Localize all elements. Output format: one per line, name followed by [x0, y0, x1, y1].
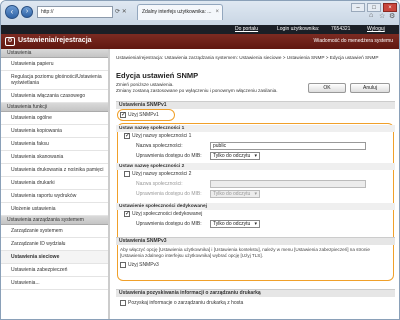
login-user: 7654321: [331, 26, 351, 32]
community1-mib-select[interactable]: Tylko do odczytu ▾: [210, 152, 260, 160]
use-community1-checkbox[interactable]: ✓: [124, 133, 130, 139]
window-controls: – □ ×: [351, 3, 397, 12]
portal-link[interactable]: Do portalu: [235, 25, 258, 34]
snmpv1-section-header: Ustawienia SNMPv1: [116, 101, 395, 109]
cancel-button[interactable]: Anuluj: [350, 83, 390, 93]
use-community2-row: Użyj nazwy społeczności 2: [124, 170, 191, 178]
maximize-icon[interactable]: □: [367, 3, 381, 12]
community2-section-header: Ustaw nazwę społeczności 2: [116, 163, 395, 170]
sidebar-item-copy[interactable]: Ustawienia kopiowania: [1, 125, 108, 138]
community1-name-input[interactable]: public: [210, 142, 366, 150]
use-community2-label: Użyj nazwy społeczności 2: [132, 171, 192, 177]
sidebar-section-management: Ustawienia zarządzania systemem: [1, 216, 108, 225]
page-title: Edycja ustawień SNMP: [116, 71, 199, 80]
sidebar-item-system-management[interactable]: Zarządzanie systemem: [1, 225, 108, 238]
community2-name-input[interactable]: [210, 180, 366, 188]
login-label: Login użytkownika:: [277, 26, 320, 32]
sidebar-item-report[interactable]: Ustawienia raportu wydruków: [1, 190, 108, 203]
admin-mail-link[interactable]: Wiadomość do menedżera systemu: [314, 38, 393, 44]
dedicated-section-header: Ustawienie społeczności dedykowanej: [116, 203, 395, 210]
browser-chrome: ‹ › http:// ⟳ ✕ Zdalny interfejs użytkow…: [1, 1, 399, 25]
close-tab-icon[interactable]: ×: [215, 5, 219, 19]
favorites-icon[interactable]: ☆: [379, 12, 385, 20]
use-snmpv3-row: Użyj SNMPv3: [120, 261, 159, 269]
community1-name-label: Nazwa społeczności:: [136, 143, 183, 149]
sidebar-section-functions: Ustawienia funkcji: [1, 103, 108, 112]
app-header: ⚙ Ustawienia/rejestracja Wiadomość do me…: [1, 34, 399, 49]
browser-window: ‹ › http:// ⟳ ✕ Zdalny interfejs użytkow…: [0, 0, 400, 320]
logout-button[interactable]: Wyloguj: [367, 25, 385, 34]
minimize-icon[interactable]: –: [351, 3, 365, 12]
use-dedicated-row: ✓ Użyj społeczności dedykowanej: [124, 210, 202, 218]
info-message-line2: Zmiany zostaną zastosowane po wyłączeniu…: [116, 88, 278, 93]
sidebar-item-timer[interactable]: Ustawienia włączania czasowego: [1, 90, 108, 103]
chevron-down-icon: ▾: [254, 153, 257, 159]
sidebar-item-security[interactable]: Ustawienia zabezpieczeń: [1, 264, 108, 277]
info-message: Zmień poniższe ustawienia. Zmiany zostan…: [116, 82, 278, 94]
community1-mib-label: Uprawnienia dostępu do MIB:: [136, 153, 202, 159]
sidebar-item-paper[interactable]: Ustawienia papieru: [1, 58, 108, 71]
close-window-icon[interactable]: ×: [383, 3, 397, 12]
sidebar-item-printer[interactable]: Ustawienia drukarki: [1, 177, 108, 190]
printer-mgmt-label: Pozyskaj informacje o zarządzaniu drukar…: [128, 300, 244, 306]
sidebar-item-media-print[interactable]: Ustawienia drukowania z nośnika pamięci: [1, 164, 108, 177]
sidebar-item-fax[interactable]: Ustawienia faksu: [1, 138, 108, 151]
sidebar-item-more[interactable]: Ustawienia...: [1, 277, 108, 290]
dedicated-mib-select[interactable]: Tylko do odczytu ▾: [210, 220, 260, 228]
snmpv3-note: Aby włączyć opcję [Ustawienia użytkownik…: [120, 247, 370, 258]
sidebar-item-department-id[interactable]: Zarządzanie ID wydziału: [1, 238, 108, 251]
sidebar-item-scan[interactable]: Ustawienia skanowania: [1, 151, 108, 164]
use-snmpv3-label: Użyj SNMPv3: [128, 262, 159, 268]
sidebar-item-volume-display[interactable]: Regulacja poziomu głośności/Ustawienia w…: [1, 71, 108, 90]
settings-gear-icon[interactable]: ⚙: [389, 12, 395, 20]
use-community2-checkbox[interactable]: [124, 171, 130, 177]
back-arrow-icon[interactable]: ‹: [5, 5, 19, 19]
use-snmpv3-checkbox[interactable]: [120, 262, 126, 268]
sidebar-item-network[interactable]: Ustawienia sieciowe: [1, 251, 108, 264]
address-bar[interactable]: http://: [37, 6, 113, 18]
chevron-down-icon: ▾: [254, 221, 257, 227]
settings-app-icon: ⚙: [5, 37, 15, 46]
community1-section-header: Ustaw nazwę społeczności 1: [116, 125, 395, 132]
printer-mgmt-row: Pozyskaj informacje o zarządzaniu drukar…: [120, 299, 243, 307]
ok-button[interactable]: OK: [308, 83, 346, 93]
community2-name-label: Nazwa społeczności:: [136, 181, 183, 187]
forward-arrow-icon[interactable]: ›: [21, 6, 33, 18]
refresh-icon[interactable]: ⟳ ✕: [115, 8, 127, 15]
tab-title: Zdalny interfejs użytkownika: ...: [142, 9, 212, 15]
community2-mib-select[interactable]: Tylko do odczytu ▾: [210, 190, 260, 198]
sidebar: Ustawienia Ustawienia papieru Regulacja …: [1, 49, 109, 319]
sidebar-item-layout[interactable]: Ułożenie ustawienia: [1, 203, 108, 216]
sidebar-item-common[interactable]: Ustawienia ogólne: [1, 112, 108, 125]
dedicated-mib-label: Uprawnienia dostępu do MIB:: [136, 221, 202, 227]
main-content: Ustawienia/rejestracja: Ustawienia zarzą…: [109, 49, 399, 319]
printer-mgmt-checkbox[interactable]: [120, 300, 126, 306]
header-title: Ustawienia/rejestracja: [18, 37, 92, 44]
chevron-down-icon: ▾: [254, 191, 257, 197]
use-snmpv1-label: Użyj SNMPv1: [128, 112, 159, 118]
snmpv3-section-header: Ustawienia SNMPv3: [116, 237, 395, 245]
sidebar-section-preferences: Ustawienia: [1, 49, 108, 58]
use-snmpv1-row: ✓ Użyj SNMPv1: [120, 111, 159, 119]
use-community1-label: Użyj nazwy społeczności 1: [132, 133, 192, 139]
community2-mib-value: Tylko do odczytu: [213, 191, 251, 197]
use-dedicated-checkbox[interactable]: ✓: [124, 211, 130, 217]
community1-mib-value: Tylko do odczytu: [213, 153, 251, 159]
browser-tab[interactable]: Zdalny interfejs użytkownika: ... ×: [137, 4, 223, 20]
top-bar: Do portalu Login użytkownika: 7654321 Wy…: [1, 25, 399, 34]
printer-mgmt-section-header: Ustawienia pozyskiwania informacji o zar…: [116, 289, 395, 297]
use-community1-row: ✓ Użyj nazwy społeczności 1: [124, 132, 191, 140]
community2-mib-label: Uprawnienia dostępu do MIB:: [136, 191, 202, 197]
use-dedicated-label: Użyj społeczności dedykowanej: [132, 211, 203, 217]
dedicated-mib-value: Tylko do odczytu: [213, 221, 251, 227]
use-snmpv1-checkbox[interactable]: ✓: [120, 112, 126, 118]
breadcrumb: Ustawienia/rejestracja: Ustawienia zarzą…: [116, 55, 379, 60]
home-icon[interactable]: ⌂: [369, 12, 373, 19]
